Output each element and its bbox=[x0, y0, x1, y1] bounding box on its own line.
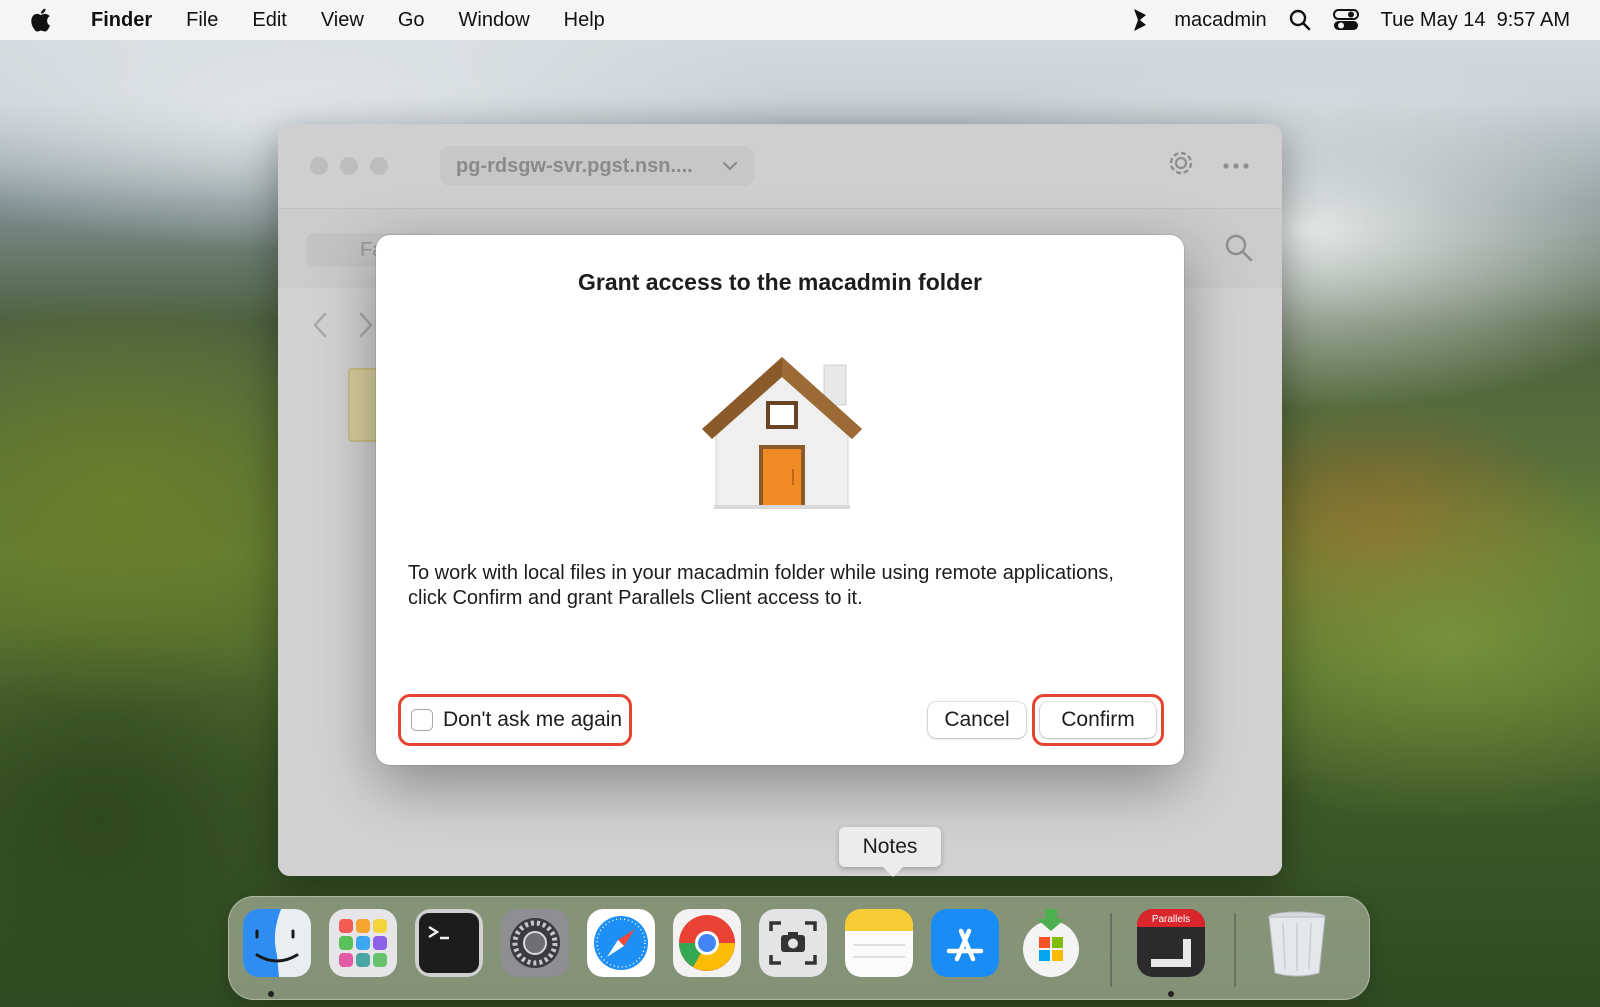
gear-icon[interactable] bbox=[1164, 146, 1198, 180]
terminal-icon[interactable] bbox=[415, 909, 483, 977]
menu-go[interactable]: Go bbox=[381, 0, 442, 40]
dont-ask-again-highlight[interactable]: Don't ask me again bbox=[398, 694, 632, 746]
server-path-label: pg-rdsgw-svr.pgst.nsn.... bbox=[456, 154, 693, 177]
finder-icon[interactable] bbox=[243, 909, 311, 977]
parallels-badge-label: Parallels bbox=[1152, 914, 1190, 925]
chrome-icon[interactable] bbox=[673, 909, 741, 977]
cancel-button[interactable]: Cancel bbox=[928, 702, 1026, 738]
apple-menu-icon[interactable] bbox=[28, 6, 56, 34]
search-icon[interactable] bbox=[1224, 233, 1254, 263]
trash-icon[interactable] bbox=[1263, 909, 1331, 977]
home-folder-icon bbox=[702, 357, 862, 509]
system-settings-icon[interactable] bbox=[501, 909, 569, 977]
minimize-window-button[interactable] bbox=[340, 157, 358, 175]
window-controls bbox=[310, 157, 388, 175]
finder-titlebar: pg-rdsgw-svr.pgst.nsn.... bbox=[278, 124, 1282, 208]
dialog-title: Grant access to the macadmin folder bbox=[578, 269, 982, 295]
running-indicator bbox=[1168, 991, 1174, 997]
menu-finder[interactable]: Finder bbox=[74, 0, 169, 40]
dont-ask-again-label[interactable]: Don't ask me again bbox=[443, 708, 622, 732]
dock-separator bbox=[1110, 913, 1112, 987]
more-options-icon[interactable] bbox=[1222, 162, 1250, 170]
parallels-client-icon[interactable]: Parallels bbox=[1137, 909, 1205, 977]
launchpad-icon[interactable] bbox=[329, 909, 397, 977]
server-path-dropdown[interactable]: pg-rdsgw-svr.pgst.nsn.... bbox=[440, 146, 754, 186]
menu-edit[interactable]: Edit bbox=[235, 0, 303, 40]
app-store-icon[interactable] bbox=[931, 909, 999, 977]
back-arrow-icon[interactable] bbox=[312, 312, 328, 338]
grant-access-dialog: Grant access to the macadmin folder To w… bbox=[376, 235, 1184, 765]
menu-file[interactable]: File bbox=[169, 0, 235, 40]
dont-ask-again-checkbox[interactable] bbox=[411, 709, 433, 731]
menu-window[interactable]: Window bbox=[442, 0, 547, 40]
safari-icon[interactable] bbox=[587, 909, 655, 977]
forward-arrow-icon[interactable] bbox=[358, 312, 374, 338]
company-portal-icon[interactable] bbox=[1017, 909, 1085, 977]
dock: Parallels bbox=[228, 896, 1370, 1000]
confirm-button[interactable]: Confirm bbox=[1040, 702, 1156, 738]
close-window-button[interactable] bbox=[310, 157, 328, 175]
dock-tooltip: Notes bbox=[839, 827, 941, 877]
menu-help[interactable]: Help bbox=[547, 0, 622, 40]
dialog-message: To work with local files in your macadmi… bbox=[408, 562, 1114, 609]
menubar-clock[interactable]: Tue May 14 9:57 AM bbox=[1381, 9, 1570, 32]
menu-bar: Finder File Edit View Go Window Help mac… bbox=[0, 0, 1600, 40]
zoom-window-button[interactable] bbox=[370, 157, 388, 175]
spotlight-search-icon[interactable] bbox=[1289, 9, 1311, 31]
dock-separator bbox=[1234, 913, 1236, 987]
control-center-icon[interactable] bbox=[1332, 9, 1359, 31]
chevron-down-icon bbox=[722, 161, 738, 171]
screenshot-icon[interactable] bbox=[759, 909, 827, 977]
status-app-icon[interactable] bbox=[1128, 7, 1152, 33]
menu-view[interactable]: View bbox=[304, 0, 381, 40]
notes-icon[interactable] bbox=[845, 909, 913, 977]
menubar-user-name[interactable]: macadmin bbox=[1174, 9, 1266, 32]
running-indicator bbox=[268, 991, 274, 997]
